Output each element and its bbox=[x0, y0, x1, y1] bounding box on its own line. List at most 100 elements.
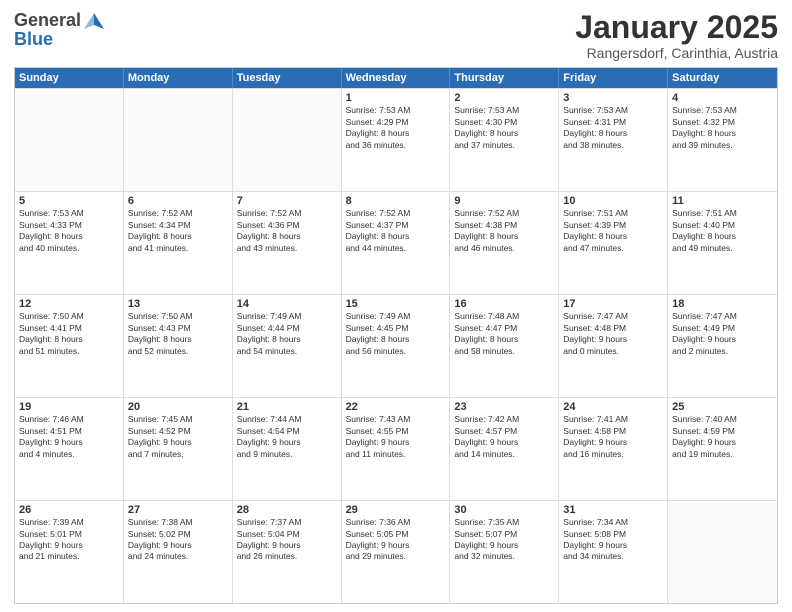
month-title: January 2025 bbox=[575, 10, 778, 45]
sun-info: Sunrise: 7:51 AM Sunset: 4:39 PM Dayligh… bbox=[563, 208, 663, 254]
calendar-cell-3: 3Sunrise: 7:53 AM Sunset: 4:31 PM Daylig… bbox=[559, 89, 668, 191]
day-number: 27 bbox=[128, 504, 228, 516]
calendar-week-5: 26Sunrise: 7:39 AM Sunset: 5:01 PM Dayli… bbox=[15, 500, 777, 603]
calendar-cell-empty-4-6 bbox=[668, 501, 777, 603]
calendar-cell-2: 2Sunrise: 7:53 AM Sunset: 4:30 PM Daylig… bbox=[450, 89, 559, 191]
calendar-body: 1Sunrise: 7:53 AM Sunset: 4:29 PM Daylig… bbox=[15, 88, 777, 603]
calendar-cell-12: 12Sunrise: 7:50 AM Sunset: 4:41 PM Dayli… bbox=[15, 295, 124, 397]
day-number: 30 bbox=[454, 504, 554, 516]
header: General Blue January 2025 Rangersdorf, C… bbox=[14, 10, 778, 61]
calendar-week-4: 19Sunrise: 7:46 AM Sunset: 4:51 PM Dayli… bbox=[15, 397, 777, 500]
sun-info: Sunrise: 7:48 AM Sunset: 4:47 PM Dayligh… bbox=[454, 311, 554, 357]
day-number: 1 bbox=[346, 92, 446, 104]
day-number: 26 bbox=[19, 504, 119, 516]
sun-info: Sunrise: 7:49 AM Sunset: 4:44 PM Dayligh… bbox=[237, 311, 337, 357]
location: Rangersdorf, Carinthia, Austria bbox=[575, 45, 778, 61]
sun-info: Sunrise: 7:38 AM Sunset: 5:02 PM Dayligh… bbox=[128, 517, 228, 563]
calendar-week-3: 12Sunrise: 7:50 AM Sunset: 4:41 PM Dayli… bbox=[15, 294, 777, 397]
sun-info: Sunrise: 7:53 AM Sunset: 4:33 PM Dayligh… bbox=[19, 208, 119, 254]
title-block: January 2025 Rangersdorf, Carinthia, Aus… bbox=[575, 10, 778, 61]
sun-info: Sunrise: 7:53 AM Sunset: 4:32 PM Dayligh… bbox=[672, 105, 773, 151]
calendar-cell-16: 16Sunrise: 7:48 AM Sunset: 4:47 PM Dayli… bbox=[450, 295, 559, 397]
day-number: 24 bbox=[563, 401, 663, 413]
sun-info: Sunrise: 7:52 AM Sunset: 4:34 PM Dayligh… bbox=[128, 208, 228, 254]
calendar-cell-6: 6Sunrise: 7:52 AM Sunset: 4:34 PM Daylig… bbox=[124, 192, 233, 294]
day-number: 8 bbox=[346, 195, 446, 207]
sun-info: Sunrise: 7:40 AM Sunset: 4:59 PM Dayligh… bbox=[672, 414, 773, 460]
calendar-cell-25: 25Sunrise: 7:40 AM Sunset: 4:59 PM Dayli… bbox=[668, 398, 777, 500]
day-number: 19 bbox=[19, 401, 119, 413]
header-monday: Monday bbox=[124, 68, 233, 88]
calendar-cell-24: 24Sunrise: 7:41 AM Sunset: 4:58 PM Dayli… bbox=[559, 398, 668, 500]
calendar-cell-17: 17Sunrise: 7:47 AM Sunset: 4:48 PM Dayli… bbox=[559, 295, 668, 397]
calendar-cell-30: 30Sunrise: 7:35 AM Sunset: 5:07 PM Dayli… bbox=[450, 501, 559, 603]
day-number: 7 bbox=[237, 195, 337, 207]
logo-general-text: General bbox=[14, 10, 81, 31]
day-number: 15 bbox=[346, 298, 446, 310]
calendar-cell-empty-0-1 bbox=[124, 89, 233, 191]
calendar-cell-14: 14Sunrise: 7:49 AM Sunset: 4:44 PM Dayli… bbox=[233, 295, 342, 397]
day-number: 22 bbox=[346, 401, 446, 413]
day-number: 2 bbox=[454, 92, 554, 104]
sun-info: Sunrise: 7:47 AM Sunset: 4:49 PM Dayligh… bbox=[672, 311, 773, 357]
calendar: Sunday Monday Tuesday Wednesday Thursday… bbox=[14, 67, 778, 604]
page: General Blue January 2025 Rangersdorf, C… bbox=[0, 0, 792, 612]
calendar-week-1: 1Sunrise: 7:53 AM Sunset: 4:29 PM Daylig… bbox=[15, 88, 777, 191]
calendar-cell-13: 13Sunrise: 7:50 AM Sunset: 4:43 PM Dayli… bbox=[124, 295, 233, 397]
sun-info: Sunrise: 7:51 AM Sunset: 4:40 PM Dayligh… bbox=[672, 208, 773, 254]
sun-info: Sunrise: 7:37 AM Sunset: 5:04 PM Dayligh… bbox=[237, 517, 337, 563]
sun-info: Sunrise: 7:52 AM Sunset: 4:37 PM Dayligh… bbox=[346, 208, 446, 254]
calendar-cell-7: 7Sunrise: 7:52 AM Sunset: 4:36 PM Daylig… bbox=[233, 192, 342, 294]
day-number: 12 bbox=[19, 298, 119, 310]
calendar-cell-8: 8Sunrise: 7:52 AM Sunset: 4:37 PM Daylig… bbox=[342, 192, 451, 294]
calendar-cell-26: 26Sunrise: 7:39 AM Sunset: 5:01 PM Dayli… bbox=[15, 501, 124, 603]
day-number: 20 bbox=[128, 401, 228, 413]
sun-info: Sunrise: 7:35 AM Sunset: 5:07 PM Dayligh… bbox=[454, 517, 554, 563]
sun-info: Sunrise: 7:43 AM Sunset: 4:55 PM Dayligh… bbox=[346, 414, 446, 460]
day-number: 25 bbox=[672, 401, 773, 413]
day-number: 16 bbox=[454, 298, 554, 310]
sun-info: Sunrise: 7:52 AM Sunset: 4:36 PM Dayligh… bbox=[237, 208, 337, 254]
logo: General Blue bbox=[14, 10, 105, 47]
logo-sail-icon bbox=[83, 11, 105, 31]
calendar-cell-28: 28Sunrise: 7:37 AM Sunset: 5:04 PM Dayli… bbox=[233, 501, 342, 603]
header-friday: Friday bbox=[559, 68, 668, 88]
sun-info: Sunrise: 7:36 AM Sunset: 5:05 PM Dayligh… bbox=[346, 517, 446, 563]
calendar-header: Sunday Monday Tuesday Wednesday Thursday… bbox=[15, 68, 777, 88]
calendar-cell-15: 15Sunrise: 7:49 AM Sunset: 4:45 PM Dayli… bbox=[342, 295, 451, 397]
sun-info: Sunrise: 7:53 AM Sunset: 4:29 PM Dayligh… bbox=[346, 105, 446, 151]
day-number: 5 bbox=[19, 195, 119, 207]
sun-info: Sunrise: 7:41 AM Sunset: 4:58 PM Dayligh… bbox=[563, 414, 663, 460]
calendar-cell-18: 18Sunrise: 7:47 AM Sunset: 4:49 PM Dayli… bbox=[668, 295, 777, 397]
calendar-cell-9: 9Sunrise: 7:52 AM Sunset: 4:38 PM Daylig… bbox=[450, 192, 559, 294]
sun-info: Sunrise: 7:42 AM Sunset: 4:57 PM Dayligh… bbox=[454, 414, 554, 460]
calendar-cell-5: 5Sunrise: 7:53 AM Sunset: 4:33 PM Daylig… bbox=[15, 192, 124, 294]
sun-info: Sunrise: 7:53 AM Sunset: 4:30 PM Dayligh… bbox=[454, 105, 554, 151]
calendar-cell-20: 20Sunrise: 7:45 AM Sunset: 4:52 PM Dayli… bbox=[124, 398, 233, 500]
day-number: 14 bbox=[237, 298, 337, 310]
day-number: 4 bbox=[672, 92, 773, 104]
sun-info: Sunrise: 7:45 AM Sunset: 4:52 PM Dayligh… bbox=[128, 414, 228, 460]
day-number: 17 bbox=[563, 298, 663, 310]
sun-info: Sunrise: 7:47 AM Sunset: 4:48 PM Dayligh… bbox=[563, 311, 663, 357]
calendar-cell-21: 21Sunrise: 7:44 AM Sunset: 4:54 PM Dayli… bbox=[233, 398, 342, 500]
calendar-cell-10: 10Sunrise: 7:51 AM Sunset: 4:39 PM Dayli… bbox=[559, 192, 668, 294]
calendar-cell-empty-0-2 bbox=[233, 89, 342, 191]
calendar-cell-19: 19Sunrise: 7:46 AM Sunset: 4:51 PM Dayli… bbox=[15, 398, 124, 500]
calendar-cell-27: 27Sunrise: 7:38 AM Sunset: 5:02 PM Dayli… bbox=[124, 501, 233, 603]
day-number: 3 bbox=[563, 92, 663, 104]
calendar-cell-11: 11Sunrise: 7:51 AM Sunset: 4:40 PM Dayli… bbox=[668, 192, 777, 294]
header-wednesday: Wednesday bbox=[342, 68, 451, 88]
sun-info: Sunrise: 7:46 AM Sunset: 4:51 PM Dayligh… bbox=[19, 414, 119, 460]
calendar-cell-23: 23Sunrise: 7:42 AM Sunset: 4:57 PM Dayli… bbox=[450, 398, 559, 500]
header-saturday: Saturday bbox=[668, 68, 777, 88]
calendar-cell-22: 22Sunrise: 7:43 AM Sunset: 4:55 PM Dayli… bbox=[342, 398, 451, 500]
header-thursday: Thursday bbox=[450, 68, 559, 88]
header-tuesday: Tuesday bbox=[233, 68, 342, 88]
day-number: 13 bbox=[128, 298, 228, 310]
calendar-cell-29: 29Sunrise: 7:36 AM Sunset: 5:05 PM Dayli… bbox=[342, 501, 451, 603]
calendar-cell-4: 4Sunrise: 7:53 AM Sunset: 4:32 PM Daylig… bbox=[668, 89, 777, 191]
day-number: 11 bbox=[672, 195, 773, 207]
day-number: 6 bbox=[128, 195, 228, 207]
day-number: 9 bbox=[454, 195, 554, 207]
